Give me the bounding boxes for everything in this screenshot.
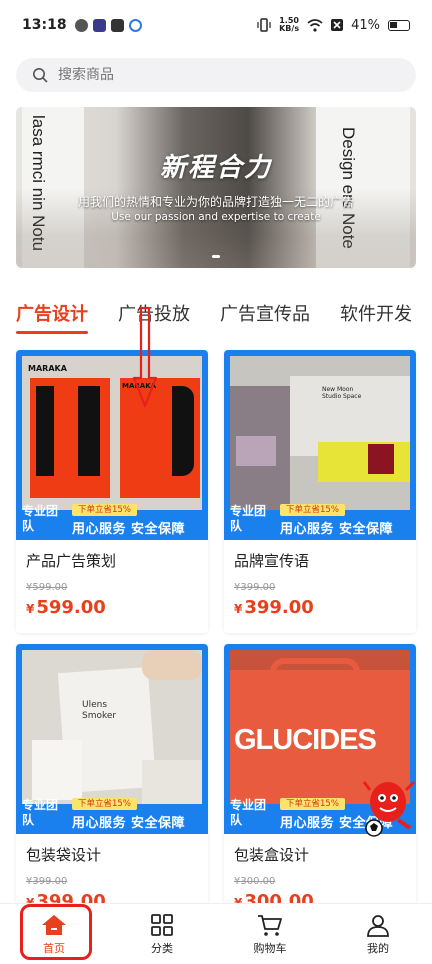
banner-subtitle: 用我们的热情和专业为你的品牌打造独一无二的广告 (77, 195, 354, 209)
banner-subtitle-en: Use our passion and expertise to create (111, 211, 321, 223)
notification-icons (74, 18, 142, 32)
service-tagline: 用心服务 安全保障 (280, 522, 394, 537)
cart-icon (258, 914, 282, 936)
product-card[interactable]: New Moon Studio Space 专业团队 下单立省15% 用心服务 … (224, 350, 416, 633)
battery-percent: 41% (351, 17, 380, 33)
signal-off-icon (331, 19, 344, 31)
vibrate-icon (257, 18, 271, 32)
status-time: 13:18 (22, 17, 67, 33)
product-title: 包装盒设计 (234, 846, 310, 864)
team-tag: 专业团队 (230, 504, 267, 533)
annotation-arrow-icon (132, 306, 158, 408)
sale-price: ¥599.00 (26, 597, 106, 618)
promo-strip: 专业团队 下单立省15% 用心服务 安全保障 (22, 504, 202, 537)
promo-strip: 专业团队 下单立省15% 用心服务 安全保障 (230, 504, 410, 537)
product-card[interactable]: MARAKA MARAKA 专业团队 下单立省15% 用心服务 安全保障 产品广… (16, 350, 208, 633)
tab-ad-promo-items[interactable]: 广告宣传品 (220, 300, 310, 334)
original-price: ¥399.00 (26, 876, 68, 887)
wifi-icon (307, 18, 323, 32)
discount-badge: 下单立省15% (280, 504, 345, 516)
sale-price: ¥399.00 (234, 597, 314, 618)
check-notification-icon (74, 18, 88, 32)
product-card[interactable]: Ulens Smoker 专业团队 下单立省15% 用心服务 安全保障 包装袋设… (16, 644, 208, 927)
browser-notification-icon (128, 18, 142, 32)
service-tagline: 用心服务 安全保障 (72, 522, 186, 537)
promo-banner[interactable]: lasa rmci nin Notu Design ers Note 新程合力 … (16, 107, 416, 268)
banner-indicator (212, 255, 220, 258)
banner-title: 新程合力 (159, 153, 272, 183)
team-tag: 专业团队 (22, 798, 59, 827)
tab-software-dev[interactable]: 软件开发 (340, 300, 412, 334)
service-tagline: 用心服务 安全保障 (72, 816, 186, 831)
product-title: 品牌宣传语 (234, 552, 310, 570)
original-price: ¥399.00 (234, 582, 276, 593)
search-input[interactable] (58, 67, 378, 83)
team-tag: 专业团队 (230, 798, 267, 827)
team-tag: 专业团队 (22, 504, 59, 533)
original-price: ¥599.00 (26, 582, 68, 593)
bottom-nav: 首页 分类 购物车 我的 (0, 903, 432, 964)
network-speed: 1.50 KB/s (279, 16, 300, 33)
status-bar: 13:18 1.50 KB/s 41% (0, 0, 432, 50)
product-title: 产品广告策划 (26, 552, 117, 570)
battery-icon (388, 19, 410, 31)
app-notification-icon (92, 18, 106, 32)
product-title: 包装袋设计 (26, 846, 102, 864)
category-tabs: 广告设计 广告投放 广告宣传品 软件开发 (16, 300, 432, 340)
nav-cart[interactable]: 购物车 (216, 904, 324, 964)
original-price: ¥300.00 (234, 876, 276, 887)
grid-icon (151, 913, 173, 936)
media-notification-icon (110, 18, 124, 32)
promo-strip: 专业团队 下单立省15% 用心服务 安全保障 (22, 798, 202, 831)
nav-profile[interactable]: 我的 (324, 904, 432, 964)
nav-category[interactable]: 分类 (108, 904, 216, 964)
search-bar[interactable] (16, 58, 416, 92)
discount-badge: 下单立省15% (280, 798, 345, 810)
discount-badge: 下单立省15% (72, 504, 137, 516)
nav-home[interactable]: 首页 (0, 904, 108, 964)
search-icon (33, 68, 48, 83)
discount-badge: 下单立省15% (72, 798, 137, 810)
mascot-icon[interactable] (360, 772, 418, 842)
tab-ad-design[interactable]: 广告设计 (16, 300, 88, 334)
user-icon (367, 914, 389, 937)
home-icon (42, 914, 66, 935)
